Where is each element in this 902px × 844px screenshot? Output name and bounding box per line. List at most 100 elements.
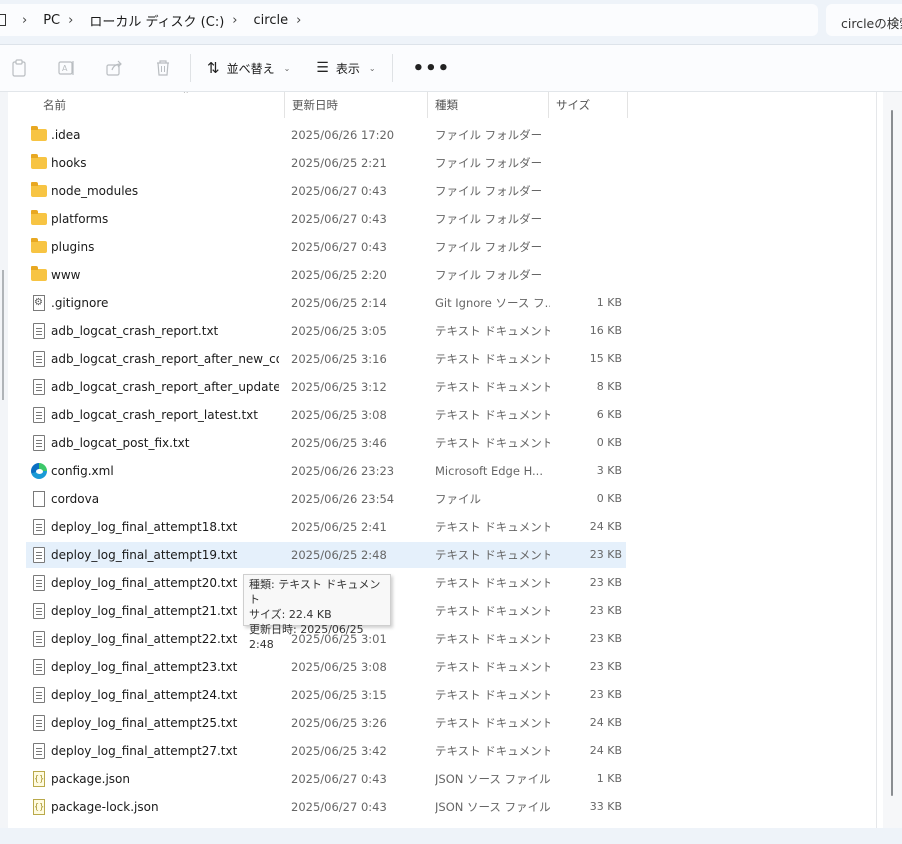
file-type: Git Ignore ソース フ... — [435, 296, 550, 310]
file-row[interactable]: node_modules 2025/06/27 0:43 ファイル フォルダー — [26, 178, 626, 204]
column-name[interactable]: 名前 ⌃ — [36, 92, 285, 118]
breadcrumb[interactable]: › PC › ローカル ディスク (C:) › circle › — [0, 4, 818, 36]
text-file-icon — [33, 715, 45, 731]
file-type: ファイル フォルダー — [435, 268, 543, 282]
file-type: ファイル フォルダー — [435, 184, 543, 198]
file-type: テキスト ドキュメント — [435, 548, 550, 562]
folder-icon — [31, 154, 47, 169]
scrollbar-thumb[interactable] — [891, 110, 893, 796]
splitter-handle[interactable] — [2, 270, 4, 400]
file-row[interactable]: deploy_log_final_attempt27.txt 2025/06/25… — [26, 738, 626, 764]
file-row[interactable]: adb_logcat_post_fix.txt 2025/06/25 3:46 テキ… — [26, 430, 626, 456]
file-type: ファイル フォルダー — [435, 128, 543, 142]
share-icon[interactable] — [104, 57, 126, 79]
file-name: deploy_log_final_attempt23.txt — [51, 660, 238, 674]
column-date-label: 更新日時 — [292, 98, 338, 112]
file-size — [556, 122, 622, 148]
json-file-icon: {} — [33, 771, 45, 787]
file-row[interactable]: www 2025/06/25 2:20 ファイル フォルダー — [26, 262, 626, 288]
file-size: 23 KB — [589, 576, 622, 589]
delete-icon[interactable] — [152, 57, 174, 79]
file-type: ファイル フォルダー — [435, 240, 543, 254]
file-name: deploy_log_final_attempt22.txt — [51, 632, 238, 646]
file-size: 23 KB — [589, 604, 622, 617]
file-date: 2025/06/27 0:43 — [291, 184, 387, 198]
file-row[interactable]: {} package.json 2025/06/27 0:43 JSON ソース ファ… — [26, 766, 626, 792]
file-date: 2025/06/26 17:20 — [291, 128, 395, 142]
toolbar-divider — [190, 54, 191, 82]
file-type: テキスト ドキュメント — [435, 688, 550, 702]
file-name: .gitignore — [51, 296, 109, 310]
file-row[interactable]: adb_logcat_crash_report_after_update.txt… — [26, 374, 626, 400]
file-type: ファイル — [435, 492, 481, 506]
file-row[interactable]: deploy_log_final_attempt18.txt 2025/06/25… — [26, 514, 626, 540]
file-row[interactable]: adb_logcat_crash_report.txt 2025/06/25 3:… — [26, 318, 626, 344]
file-date: 2025/06/25 2:14 — [291, 296, 387, 310]
file-row[interactable]: platforms 2025/06/27 0:43 ファイル フォルダー — [26, 206, 626, 232]
file-size: 1 KB — [596, 772, 622, 785]
file-type: テキスト ドキュメント — [435, 604, 550, 618]
file-row[interactable]: adb_logcat_crash_report_after_new_code..… — [26, 346, 626, 372]
monitor-icon[interactable] — [0, 14, 6, 26]
file-name: config.xml — [51, 464, 114, 478]
file-size — [556, 178, 622, 204]
config-file-icon — [33, 295, 45, 311]
text-file-icon — [33, 631, 45, 647]
file-name: adb_logcat_post_fix.txt — [51, 436, 190, 450]
folder-icon — [31, 238, 47, 253]
file-type: テキスト ドキュメント — [435, 520, 550, 534]
edge-icon — [31, 463, 47, 479]
chevron-right-icon[interactable]: › — [22, 13, 27, 28]
column-date[interactable]: 更新日時 — [285, 92, 428, 118]
breadcrumb-local-disk[interactable]: ローカル ディスク (C:) — [85, 11, 230, 30]
vertical-scrollbar[interactable] — [883, 92, 902, 828]
file-type: ファイル フォルダー — [435, 212, 543, 226]
chevron-right-icon[interactable]: › — [232, 13, 237, 28]
view-button[interactable]: ☰ 表示 ⌄ — [310, 52, 381, 84]
file-size: 33 KB — [589, 800, 622, 813]
address-bar: › PC › ローカル ディスク (C:) › circle › circleの… — [0, 0, 902, 44]
chevron-down-icon: ⌄ — [368, 63, 376, 73]
file-name: node_modules — [51, 184, 139, 198]
chevron-right-icon[interactable]: › — [68, 13, 73, 28]
search-input[interactable]: circleの検索 — [826, 4, 902, 36]
file-row[interactable]: .idea 2025/06/26 17:20 ファイル フォルダー — [26, 122, 626, 148]
file-row[interactable]: deploy_log_final_attempt25.txt 2025/06/25… — [26, 710, 626, 736]
file-type: テキスト ドキュメント — [435, 352, 550, 366]
file-size: 24 KB — [589, 716, 622, 729]
file-date: 2025/06/25 3:42 — [291, 744, 387, 758]
breadcrumb-circle[interactable]: circle — [250, 13, 295, 28]
breadcrumb-pc[interactable]: PC — [39, 13, 66, 28]
more-options-button[interactable]: ••• — [403, 58, 461, 79]
file-row[interactable]: plugins 2025/06/27 0:43 ファイル フォルダー — [26, 234, 626, 260]
file-row[interactable]: adb_logcat_crash_report_latest.txt 2025/0… — [26, 402, 626, 428]
file-row[interactable]: deploy_log_final_attempt19.txt 2025/06/25… — [26, 542, 626, 568]
column-size[interactable]: サイズ — [549, 92, 628, 118]
file-size: 16 KB — [589, 324, 622, 337]
file-row[interactable]: cordova 2025/06/26 23:54 ファイル 0 KB — [26, 486, 626, 512]
file-row[interactable]: deploy_log_final_attempt24.txt 2025/06/25… — [26, 682, 626, 708]
sort-icon: ⇅ — [207, 59, 220, 77]
file-row[interactable]: deploy_log_final_attempt23.txt 2025/06/25… — [26, 654, 626, 680]
file-name: package-lock.json — [51, 800, 159, 814]
file-row[interactable]: .gitignore 2025/06/25 2:14 Git Ignore ソース … — [26, 290, 626, 316]
file-name: deploy_log_final_attempt19.txt — [51, 548, 238, 562]
folder-icon — [31, 210, 47, 225]
column-header: 名前 ⌃ 更新日時 種類 サイズ — [8, 92, 883, 118]
file-row[interactable]: hooks 2025/06/25 2:21 ファイル フォルダー — [26, 150, 626, 176]
rename-icon[interactable]: A — [56, 57, 78, 79]
tooltip-modified: 更新日時: 2025/06/25 2:48 — [249, 623, 364, 651]
blank-file-icon — [33, 491, 45, 507]
chevron-right-icon[interactable]: › — [296, 13, 301, 28]
file-size — [556, 234, 622, 260]
file-name: hooks — [51, 156, 87, 170]
paste-icon[interactable] — [8, 57, 30, 79]
column-type[interactable]: 種類 — [428, 92, 549, 118]
file-size: 0 KB — [596, 492, 622, 505]
file-type: ファイル フォルダー — [435, 156, 543, 170]
file-row[interactable]: config.xml 2025/06/26 23:23 Microsoft Edge… — [26, 458, 626, 484]
sort-button[interactable]: ⇅ 並べ替え ⌄ — [201, 52, 296, 84]
file-row[interactable]: {} package-lock.json 2025/06/27 0:43 JSON ソ… — [26, 794, 626, 820]
file-size: 6 KB — [596, 408, 622, 421]
file-type: テキスト ドキュメント — [435, 576, 550, 590]
